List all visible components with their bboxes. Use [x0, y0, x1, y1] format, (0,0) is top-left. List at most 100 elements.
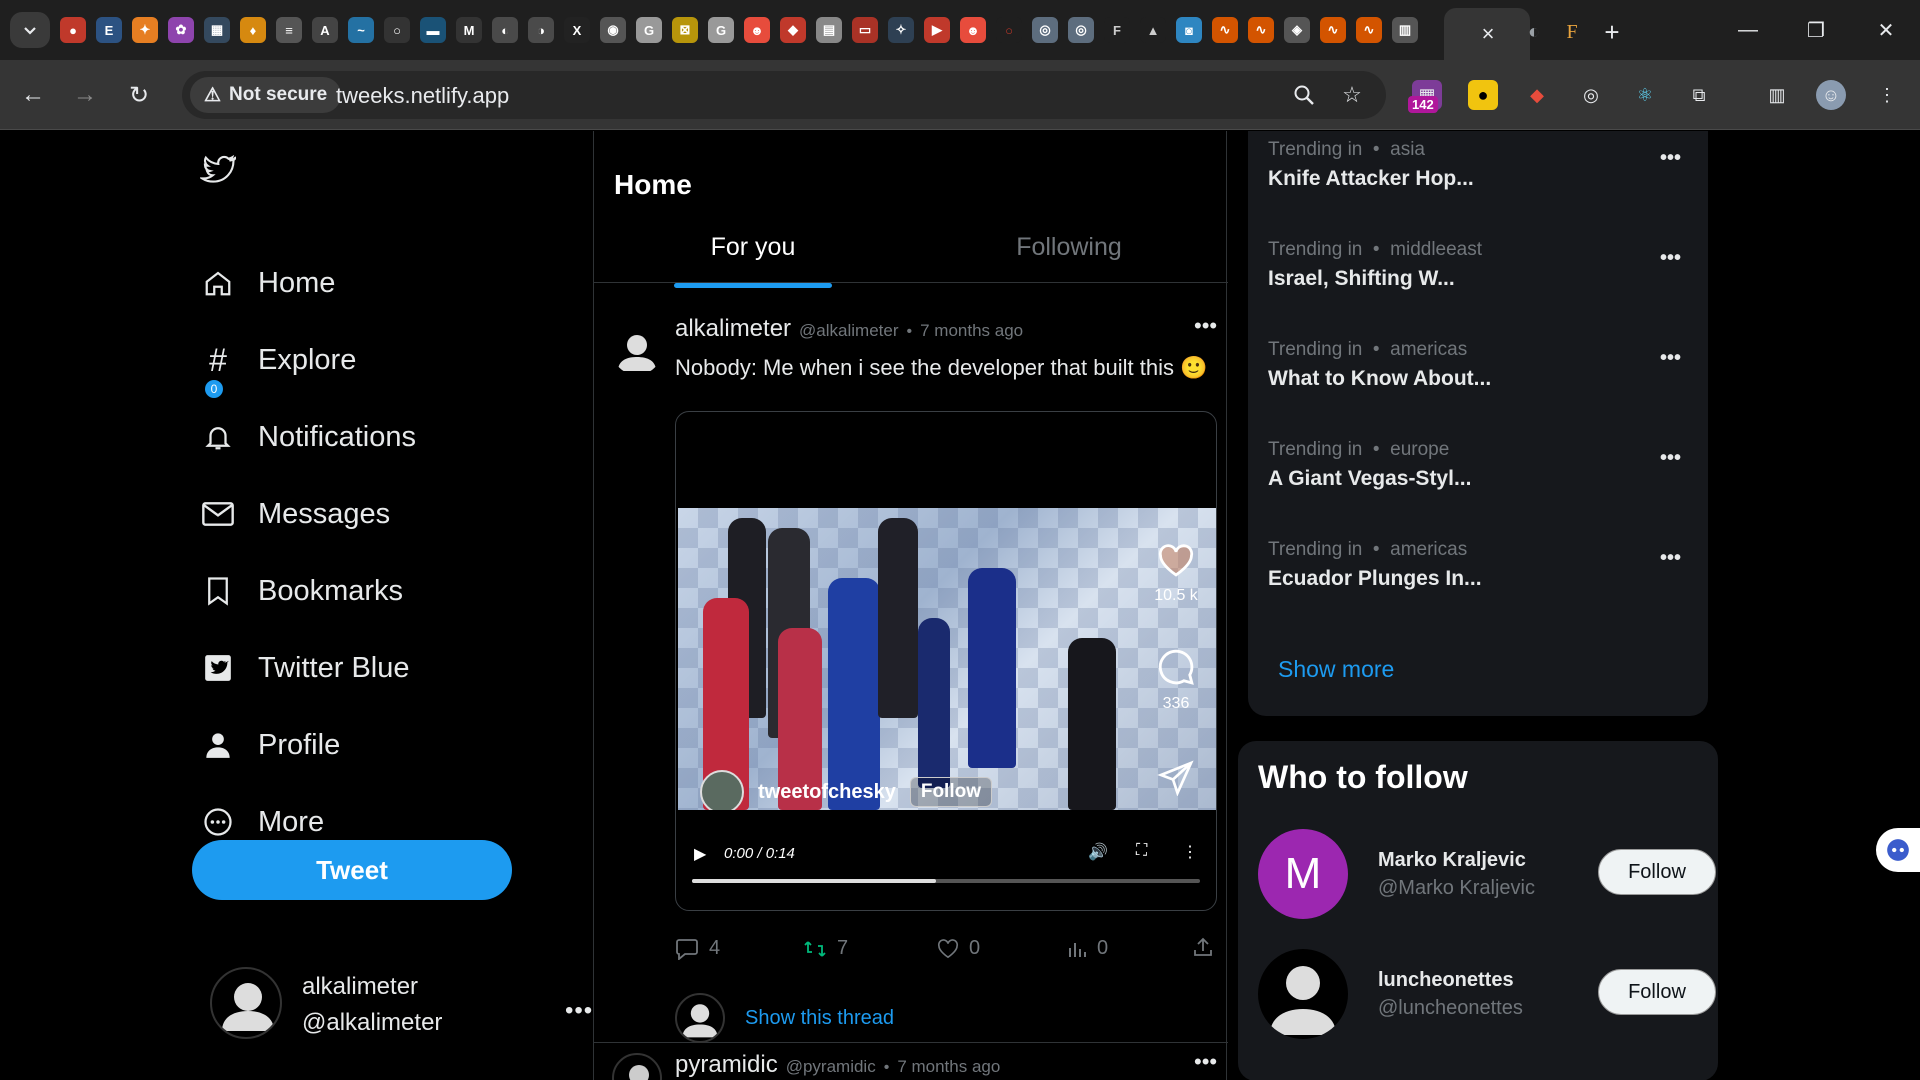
video-progress-track[interactable] — [692, 879, 1200, 883]
video-like[interactable]: 10.5 k — [1148, 544, 1204, 605]
star-icon[interactable]: ☆ — [1338, 81, 1366, 109]
nav-explore[interactable]: # Explore — [200, 330, 356, 390]
trend-item[interactable]: Trending in • asia Knife Attacker Hop...… — [1268, 139, 1688, 219]
tweet-timestamp[interactable]: 7 months ago — [920, 321, 1023, 341]
tab-favicon[interactable]: X — [564, 17, 590, 43]
tweet-more-icon[interactable]: ••• — [1194, 1049, 1217, 1075]
tab-favicon[interactable]: ≡ — [276, 17, 302, 43]
fullscreen-icon[interactable]: ⛶ — [1136, 842, 1147, 860]
video-author-name[interactable]: tweetofchesky — [758, 781, 896, 804]
tab-favicon[interactable]: ∿ — [1320, 17, 1346, 43]
react-extension-icon[interactable]: ⚛ — [1630, 80, 1660, 110]
color-extension-icon[interactable]: ◆ — [1522, 80, 1552, 110]
tab-favicon[interactable]: ✦ — [132, 17, 158, 43]
follow-button[interactable]: Follow — [1598, 969, 1716, 1015]
nav-bookmarks[interactable]: Bookmarks — [200, 561, 403, 621]
tweet-author-name[interactable]: pyramidic — [675, 1051, 778, 1079]
tab-favicon[interactable]: ▲ — [1140, 17, 1166, 43]
tab-favicon[interactable]: ∿ — [1212, 17, 1238, 43]
tab-favicon[interactable]: ◐ — [1520, 18, 1548, 46]
tab-favicon[interactable]: M — [456, 17, 482, 43]
follow-button[interactable]: Follow — [1598, 849, 1716, 895]
url-text[interactable]: tweeks.netlify.app — [336, 83, 509, 109]
tab-favicon[interactable]: ☻ — [744, 17, 770, 43]
twitter-logo-icon[interactable] — [198, 151, 240, 191]
minimize-button[interactable]: — — [1728, 14, 1768, 46]
tab-favicon[interactable]: ✧ — [888, 17, 914, 43]
avatar[interactable] — [1258, 949, 1348, 1039]
tab-close-button[interactable]: × — [1470, 16, 1506, 52]
show-thread[interactable]: Show this thread — [675, 993, 894, 1043]
trend-item[interactable]: Trending in • europe A Giant Vegas-Styl.… — [1268, 439, 1688, 519]
tab-favicon[interactable]: ● — [60, 17, 86, 43]
assistant-extension-button[interactable] — [1876, 828, 1920, 872]
tab-favicon[interactable]: ○ — [996, 17, 1022, 43]
volume-icon[interactable]: 🔊 — [1088, 842, 1108, 862]
forward-button[interactable]: → — [64, 74, 106, 116]
nav-home[interactable]: Home — [200, 253, 335, 313]
video-follow-button[interactable]: Follow — [909, 777, 992, 807]
trend-more-icon[interactable]: ••• — [1660, 347, 1681, 370]
account-more-icon[interactable]: ••• — [565, 997, 593, 1025]
back-button[interactable]: ← — [12, 74, 54, 116]
tab-following[interactable]: Following — [990, 211, 1148, 283]
share-button[interactable] — [1193, 937, 1213, 957]
nav-notifications[interactable]: Notifications — [200, 407, 416, 467]
trend-more-icon[interactable]: ••• — [1660, 247, 1681, 270]
video-share[interactable] — [1148, 760, 1204, 801]
tab-for-you[interactable]: For you — [674, 211, 832, 283]
zoom-icon[interactable] — [1290, 81, 1318, 109]
trend-more-icon[interactable]: ••• — [1660, 147, 1681, 170]
tweet-author-handle[interactable]: @alkalimeter — [799, 321, 898, 341]
account-switcher[interactable]: alkalimeter @alkalimeter ••• — [210, 967, 593, 1047]
video-comment[interactable]: 336 — [1148, 648, 1204, 713]
restore-button[interactable]: ❐ — [1796, 14, 1836, 46]
tab-favicon[interactable]: ▶ — [924, 17, 950, 43]
follow-suggestion[interactable]: luncheonettes @luncheonettes Follow — [1258, 949, 1716, 1041]
tweet-button[interactable]: Tweet — [192, 840, 512, 900]
tab-favicon[interactable]: G — [708, 17, 734, 43]
tab-favicon[interactable]: ◈ — [1284, 17, 1310, 43]
tab-favicon[interactable]: ~ — [348, 17, 374, 43]
show-more-link[interactable]: Show more — [1278, 656, 1394, 683]
nav-profile[interactable]: Profile — [200, 715, 340, 775]
tab-favicon[interactable]: F — [1558, 18, 1586, 46]
views-button[interactable]: 0 — [1067, 937, 1108, 960]
side-panel-icon[interactable]: ▥ — [1762, 80, 1792, 110]
tab-search-button[interactable] — [10, 12, 50, 48]
tab-favicon[interactable]: ▦ — [204, 17, 230, 43]
avatar[interactable] — [612, 1053, 662, 1080]
reload-button[interactable]: ↻ — [118, 74, 160, 116]
tweet[interactable]: pyramidic @pyramidic • 7 months ago ••• — [594, 1043, 1228, 1080]
tab-favicon[interactable]: ◆ — [780, 17, 806, 43]
tweet-author-name[interactable]: alkalimeter — [675, 315, 791, 343]
trend-item[interactable]: Trending in • americas What to Know Abou… — [1268, 339, 1688, 419]
video-frame[interactable]: 10.5 k 336 tweetofchesky Follow — [678, 508, 1216, 810]
tab-favicon[interactable]: ♦ — [240, 17, 266, 43]
tab-favicon[interactable]: E — [96, 17, 122, 43]
avatar[interactable]: M — [1258, 829, 1348, 919]
tab-favicon[interactable]: ▥ — [1392, 17, 1418, 43]
nav-messages[interactable]: Messages — [200, 484, 390, 544]
tab-favicon[interactable]: ☻ — [960, 17, 986, 43]
notes-extension-icon[interactable]: ● — [1468, 80, 1498, 110]
tab-favicon[interactable]: ▤ — [816, 17, 842, 43]
tab-favicon[interactable]: ○ — [384, 17, 410, 43]
retweet-button[interactable]: 7 — [803, 937, 848, 960]
trend-item[interactable]: Trending in • middleeast Israel, Shiftin… — [1268, 239, 1688, 319]
tab-favicon[interactable]: ◎ — [1068, 17, 1094, 43]
address-bar[interactable]: ⚠ Not secure tweeks.netlify.app ☆ — [182, 71, 1386, 119]
trend-more-icon[interactable]: ••• — [1660, 447, 1681, 470]
tab-favicon[interactable]: ⊠ — [672, 17, 698, 43]
show-thread-link[interactable]: Show this thread — [745, 1007, 894, 1030]
tab-favicon[interactable]: G — [636, 17, 662, 43]
tab-favicon[interactable]: ◑ — [528, 17, 554, 43]
video-player[interactable]: 10.5 k 336 tweetofchesky Follow ▶ 0:00 /… — [675, 411, 1217, 911]
follow-suggestion[interactable]: M Marko Kraljevic @Marko Kraljevic Follo… — [1258, 829, 1716, 921]
tab-favicon[interactable]: ◎ — [1032, 17, 1058, 43]
tab-favicon[interactable]: ▭ — [852, 17, 878, 43]
trend-more-icon[interactable]: ••• — [1660, 547, 1681, 570]
security-chip[interactable]: ⚠ Not secure — [190, 77, 342, 113]
tab-favicon[interactable]: A — [312, 17, 338, 43]
tab-favicon[interactable]: ◙ — [1176, 17, 1202, 43]
